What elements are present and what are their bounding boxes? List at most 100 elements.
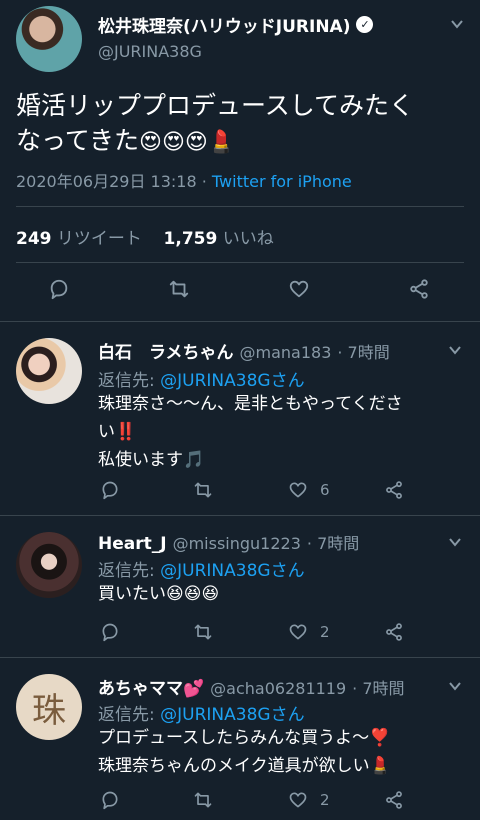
reply-icon <box>102 791 118 810</box>
verified-badge-icon: ✓ <box>356 16 374 33</box>
like-count: 2 <box>320 623 330 641</box>
share-button[interactable] <box>384 790 404 810</box>
reply-text-line: 珠理奈さ〜〜ん、是非ともやってくださ <box>98 394 403 414</box>
reply-time: · 7時間 <box>306 534 360 553</box>
reply-icon <box>102 623 118 642</box>
reply-time: · 7時間 <box>337 343 390 362</box>
reply-author-name[interactable]: あちゃママ💕 <box>98 674 204 699</box>
reply-author-name[interactable]: 白石 ラメちゃん <box>98 338 234 363</box>
like-label: いいね <box>222 229 274 249</box>
tweet-emojis: 😍😍😍💄 <box>139 130 236 155</box>
like-button[interactable]: 2 <box>288 622 330 642</box>
retweet-icon <box>169 280 189 298</box>
reply-text: 珠理奈さ〜〜ん、是非ともやってくださ い‼️ 私使います🎵 <box>98 390 468 474</box>
reply-tweet[interactable]: 珠 あちゃママ💕 @acha06281119 · 7時間 返信先: @JURIN… <box>0 658 480 820</box>
reply-header: 白石 ラメちゃん @mana183 · 7時間 <box>98 338 390 363</box>
reply-to-user[interactable]: @JURINA38Gさん <box>160 705 304 725</box>
reply-text-line: プロデュースしたらみんな買うよ〜❣️ <box>98 728 391 748</box>
reply-to-line: 返信先: @JURINA38Gさん <box>98 366 305 391</box>
author-avatar[interactable] <box>16 6 82 72</box>
reply-text-line: 珠理奈ちゃんのメイク道具が欲しい💄 <box>98 756 391 776</box>
retweet-button[interactable] <box>193 622 213 642</box>
share-icon <box>410 279 428 299</box>
reply-button[interactable] <box>100 622 120 642</box>
reply-to-user[interactable]: @JURINA38Gさん <box>160 371 304 391</box>
reply-time: · 7時間 <box>352 679 405 698</box>
chevron-down-icon[interactable] <box>448 678 462 692</box>
reply-text-line: 私使います🎵 <box>98 450 205 470</box>
tweet-text-line-2: なってきた😍😍😍💄 <box>16 123 468 160</box>
reply-button[interactable] <box>100 480 120 500</box>
tweet-date[interactable]: 2020年06月29日 13:18 <box>16 172 197 191</box>
retweet-count: 249 <box>16 229 52 249</box>
retweet-icon <box>194 482 212 498</box>
author-name-row: 松井珠理奈(ハリウッドJURINA) ✓ <box>98 12 374 37</box>
reply-text: プロデュースしたらみんな買うよ〜❣️ 珠理奈ちゃんのメイク道具が欲しい💄 <box>98 724 468 780</box>
like-count: 1,759 <box>163 229 218 249</box>
tweet-stats: 249 リツイート 1,759 いいね <box>16 224 274 249</box>
retweet-stat[interactable]: 249 リツイート <box>16 229 142 249</box>
like-button[interactable] <box>288 278 310 300</box>
reply-actions: 2 <box>0 622 480 646</box>
retweet-button[interactable] <box>193 480 213 500</box>
retweet-icon <box>194 792 212 808</box>
retweet-button[interactable] <box>193 790 213 810</box>
divider <box>16 262 464 263</box>
reply-to-line: 返信先: @JURINA38Gさん <box>98 700 305 725</box>
tweet-text-line-2-text: なってきた <box>16 126 140 155</box>
divider <box>16 206 464 207</box>
like-stat[interactable]: 1,759 いいね <box>164 229 274 249</box>
like-count: 6 <box>320 481 330 499</box>
reply-tweet[interactable]: Heart_J @missingu1223 · 7時間 返信先: @JURINA… <box>0 516 480 658</box>
like-icon <box>289 624 307 640</box>
like-button[interactable]: 6 <box>288 480 330 500</box>
reply-tweet[interactable]: 白石 ラメちゃん @mana183 · 7時間 返信先: @JURINA38Gさ… <box>0 322 480 516</box>
chevron-down-icon[interactable] <box>448 534 462 548</box>
author-handle[interactable]: @JURINA38G <box>98 42 202 61</box>
reply-header: あちゃママ💕 @acha06281119 · 7時間 <box>98 674 405 699</box>
reply-to-line: 返信先: @JURINA38Gさん <box>98 556 305 581</box>
reply-to-user[interactable]: @JURINA38Gさん <box>160 561 304 581</box>
reply-author-handle[interactable]: @mana183 <box>240 343 332 362</box>
retweet-label: リツイート <box>56 229 142 249</box>
reply-actions: 6 <box>0 480 480 504</box>
like-button[interactable]: 2 <box>288 790 330 810</box>
reply-header: Heart_J @missingu1223 · 7時間 <box>98 530 359 554</box>
retweet-icon <box>194 624 212 640</box>
avatar-glyph: 珠 <box>32 690 66 731</box>
avatar[interactable]: 珠 <box>16 674 82 740</box>
retweet-button[interactable] <box>168 278 190 300</box>
like-icon <box>289 482 307 498</box>
reply-button[interactable] <box>48 278 70 300</box>
reply-button[interactable] <box>100 790 120 810</box>
share-icon <box>386 791 402 809</box>
tweet-text: 婚活リッププロデュースしてみたく なってきた😍😍😍💄 <box>16 88 468 160</box>
reply-author-handle[interactable]: @missingu1223 <box>173 534 301 553</box>
tweet-source[interactable]: Twitter for iPhone <box>212 172 352 191</box>
share-button[interactable] <box>384 622 404 642</box>
chevron-down-icon[interactable] <box>448 342 462 356</box>
reply-actions: 2 <box>0 790 480 814</box>
reply-icon <box>102 481 118 500</box>
meta-separator: · <box>201 172 207 191</box>
reply-text-line: い‼️ <box>98 422 137 442</box>
like-icon <box>289 792 307 808</box>
reply-to-label: 返信先: <box>98 705 155 725</box>
share-icon <box>386 481 402 499</box>
main-tweet-actions <box>0 278 480 308</box>
reply-text-line: 買いたい😆😆😆 <box>98 584 220 604</box>
share-button[interactable] <box>408 278 430 300</box>
reply-author-name[interactable]: Heart_J <box>98 534 167 554</box>
chevron-down-icon[interactable] <box>450 16 464 30</box>
reply-to-label: 返信先: <box>98 561 155 581</box>
share-button[interactable] <box>384 480 404 500</box>
avatar[interactable] <box>16 338 82 404</box>
avatar[interactable] <box>16 532 82 598</box>
reply-text: 買いたい😆😆😆 <box>98 580 468 608</box>
tweet-text-line-1: 婚活リッププロデュースしてみたく <box>16 91 415 120</box>
like-icon <box>289 280 309 298</box>
reply-to-label: 返信先: <box>98 371 155 391</box>
author-name[interactable]: 松井珠理奈(ハリウッドJURINA) <box>98 12 350 37</box>
like-count: 2 <box>320 791 330 809</box>
reply-author-handle[interactable]: @acha06281119 <box>210 679 346 698</box>
